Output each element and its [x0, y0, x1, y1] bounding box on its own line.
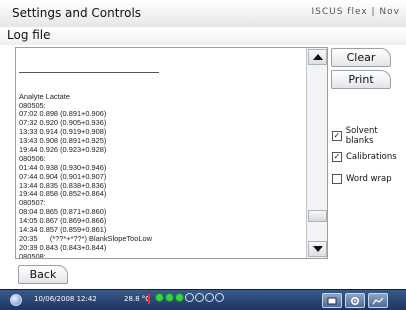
print-button[interactable]: Print: [331, 70, 391, 89]
word-wrap-label: Word wrap: [346, 174, 392, 184]
solvent-blanks-label: Solvent blanks: [345, 126, 378, 146]
title-bar: Settings and Controls ISCUS flex | Nov: [0, 0, 406, 28]
status-orb-icon[interactable]: [10, 294, 22, 306]
tray-settings-button[interactable]: [345, 293, 365, 308]
taskbar: 10/06/2008 12:42 28.8 °C: [0, 289, 406, 310]
scroll-up-button[interactable]: [308, 49, 327, 65]
log-divider: [19, 69, 159, 73]
window-title: Settings and Controls: [12, 6, 142, 20]
word-wrap-checkbox[interactable]: Word wrap: [332, 173, 392, 185]
alert-marker: [148, 294, 150, 304]
log-line: 080508:: [19, 251, 46, 259]
log-text: Analyte Lactate 080505: 07:02 0.898 (0.891…: [19, 51, 304, 259]
solvent-blanks-checkbox[interactable]: ✓ Solvent blanks: [332, 126, 406, 146]
checkbox-icon[interactable]: [332, 174, 342, 184]
brand-logo: ISCUS flex | Nov: [311, 7, 400, 17]
indicator-off-icon: [185, 293, 194, 302]
temperature: 28.8 °C: [124, 295, 151, 303]
indicator-on-icon: [155, 293, 164, 302]
calibrations-checkbox[interactable]: ✓ Calibrations: [332, 151, 397, 163]
window-icon: [327, 297, 337, 304]
indicator-circles: [155, 293, 224, 302]
log-file-view[interactable]: Analyte Lactate 080505: 07:02 0.898 (0.891…: [15, 47, 328, 259]
indicator-off-icon: [195, 293, 204, 302]
log-line: 19:44 0.926 (0.923+0.928): [19, 144, 107, 154]
scroll-down-button[interactable]: [308, 241, 327, 257]
checkbox-icon[interactable]: ✓: [332, 131, 342, 141]
log-scrollbar[interactable]: [306, 48, 327, 258]
arrow-up-icon: [312, 54, 323, 60]
tray-chart-button[interactable]: [368, 293, 388, 308]
log-line: 20:39 0.843 (0.843+0.844): [19, 242, 107, 252]
datetime: 10/06/2008 12:42: [34, 295, 97, 303]
tray-window-button[interactable]: [322, 293, 342, 308]
checkbox-icon[interactable]: ✓: [332, 152, 342, 162]
gear-icon: [350, 296, 360, 305]
clear-button[interactable]: Clear: [331, 48, 391, 67]
indicator-off-icon: [215, 293, 224, 302]
page-title: Log file: [7, 28, 51, 42]
arrow-down-icon: [312, 246, 323, 252]
log-line: Analyte Lactate: [19, 91, 70, 101]
chart-icon: [372, 297, 384, 304]
back-button[interactable]: Back: [18, 265, 68, 284]
log-line: 19:44 0.858 (0.852+0.864): [19, 189, 107, 199]
subtitle-bar: Log file: [0, 27, 406, 45]
indicator-off-icon: [205, 293, 214, 302]
scroll-thumb[interactable]: [308, 210, 327, 222]
indicator-on-icon: [175, 293, 184, 302]
calibrations-label: Calibrations: [346, 152, 397, 162]
indicator-on-icon: [165, 293, 174, 302]
